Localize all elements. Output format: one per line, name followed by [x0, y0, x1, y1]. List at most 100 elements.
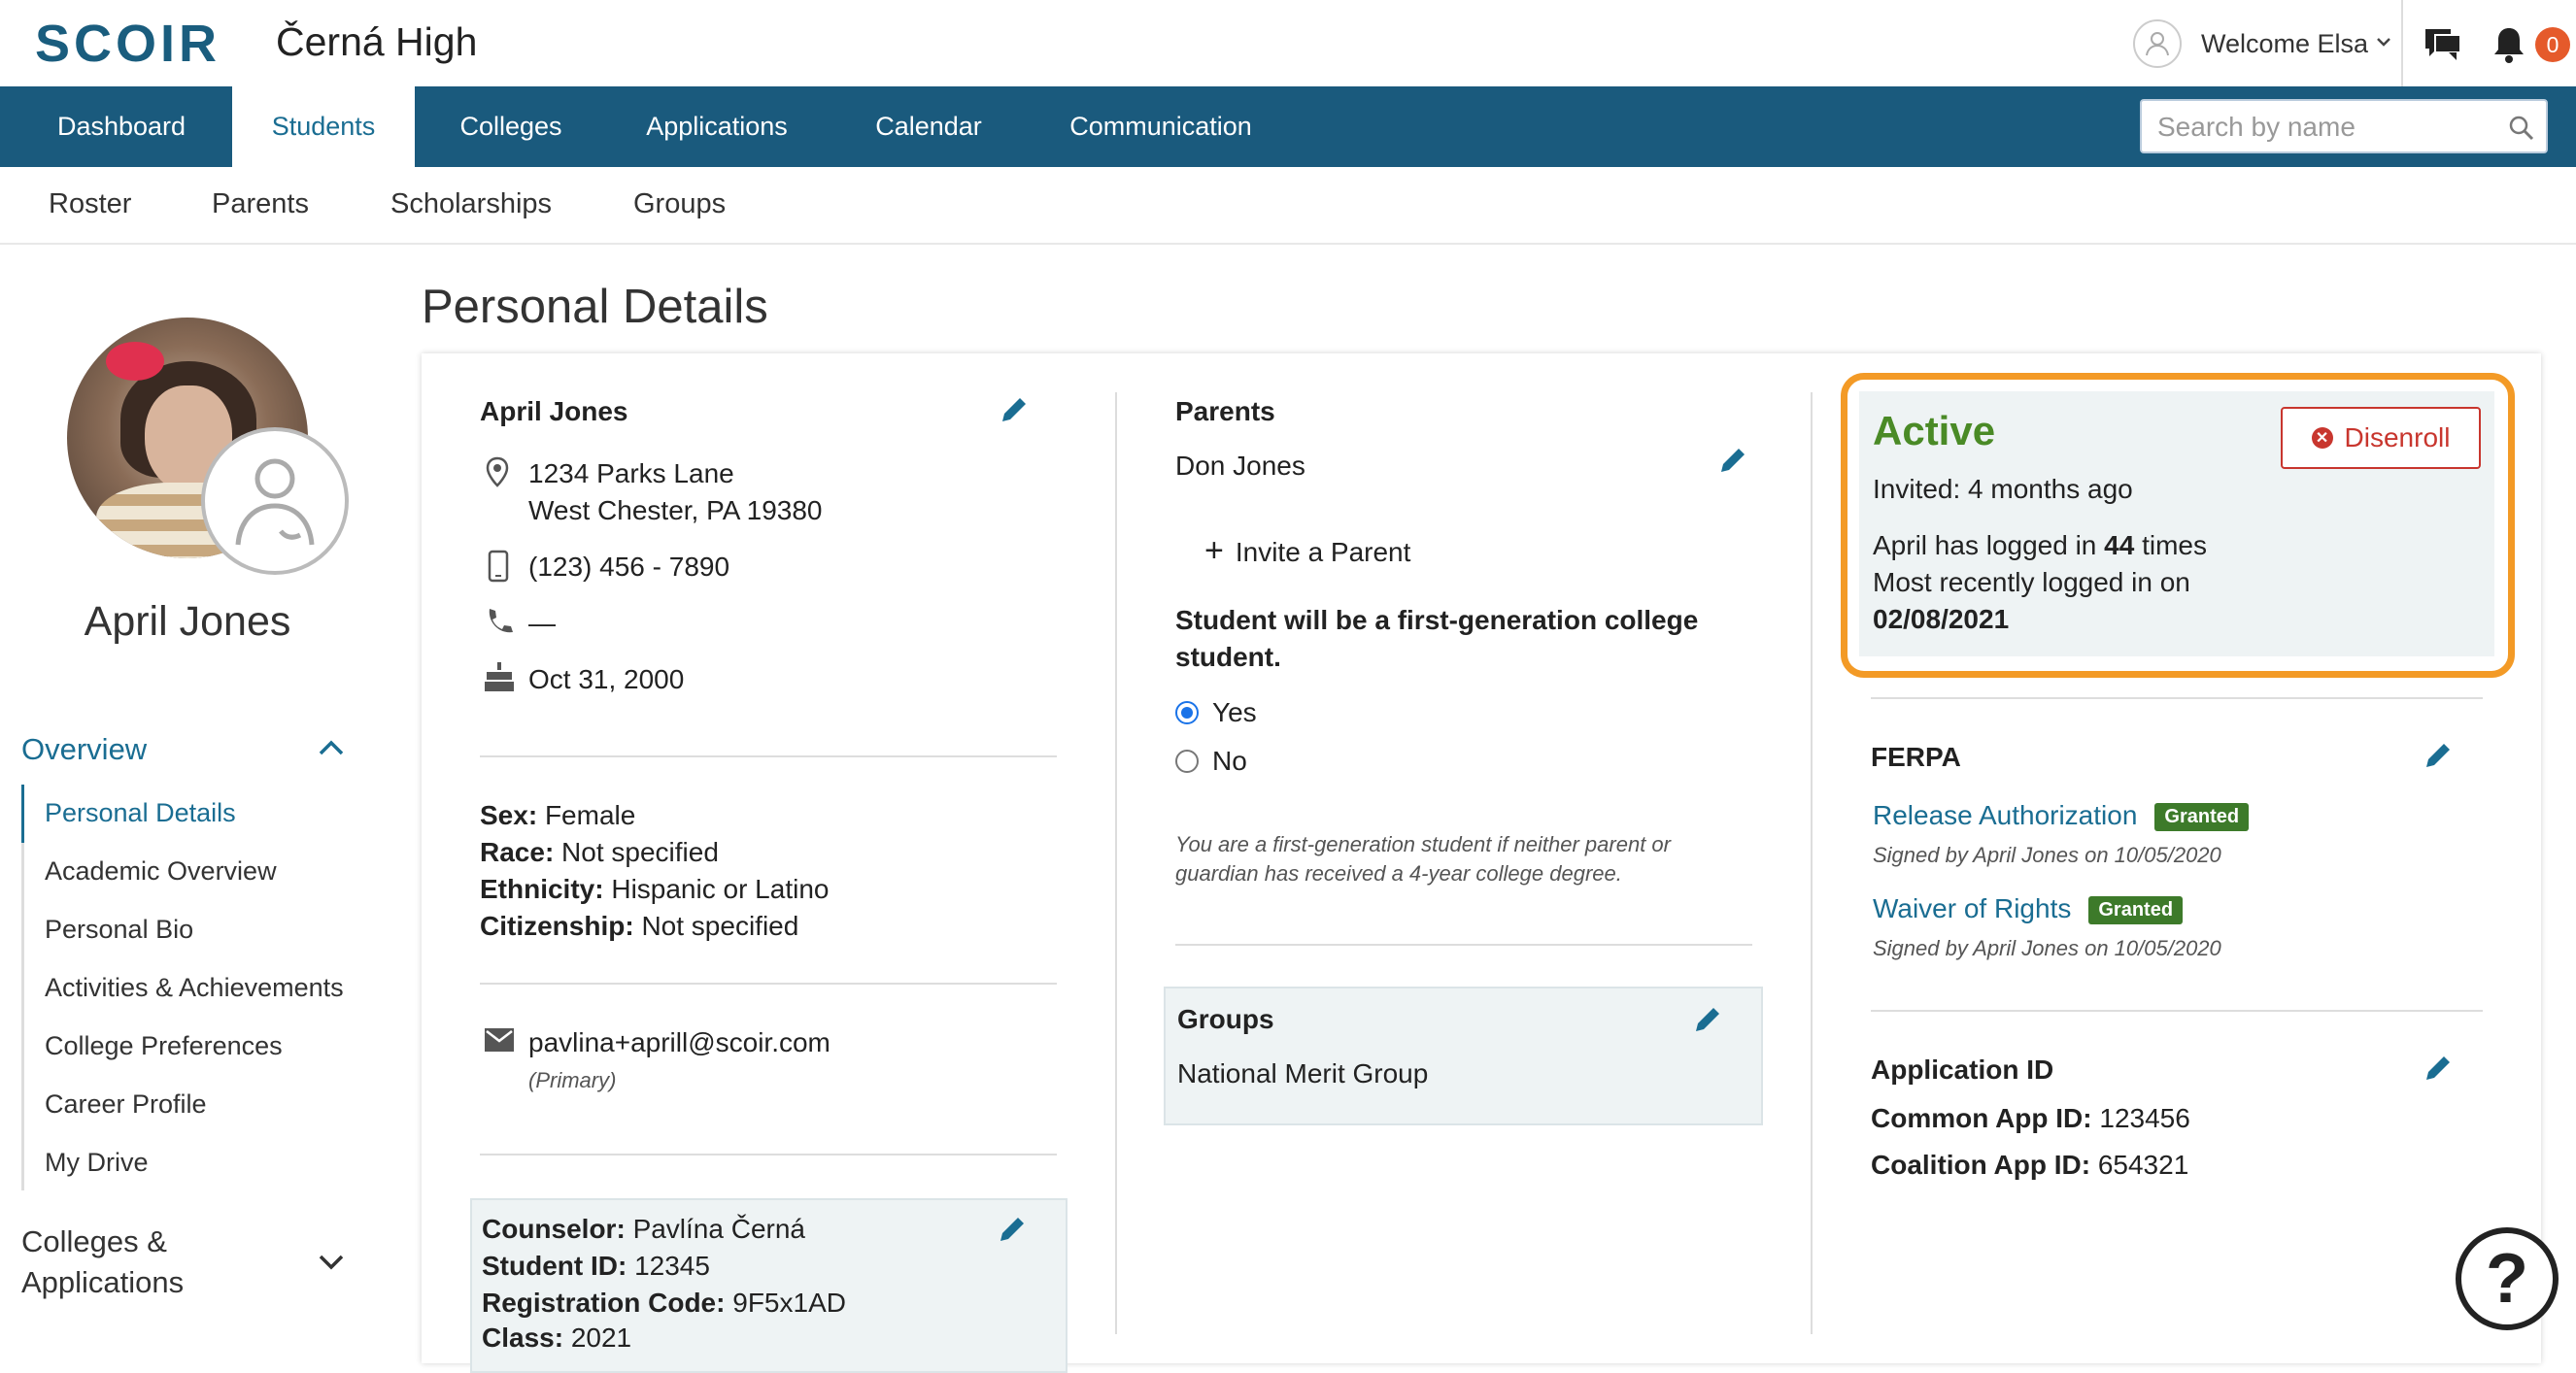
invited-text: Invited: 4 months ago: [1873, 474, 2133, 504]
sex-value: Female: [544, 800, 636, 830]
scoir-logo[interactable]: SCOIR: [35, 14, 220, 74]
waiver-of-rights-link[interactable]: Waiver of Rights: [1873, 893, 2071, 923]
group-link-national-merit[interactable]: National Merit Group: [1177, 1058, 1428, 1089]
edit-school-info-pencil-icon[interactable]: [997, 1214, 1028, 1250]
sidebar-item-personal-bio[interactable]: Personal Bio: [45, 915, 193, 945]
parent-link-don-jones[interactable]: Don Jones: [1175, 451, 1305, 482]
tab-communication[interactable]: Communication: [1049, 86, 1272, 167]
counselor-value: Pavlína Černá: [632, 1214, 805, 1244]
release-authorization-link[interactable]: Release Authorization: [1873, 800, 2137, 830]
column-divider: [1115, 392, 1117, 1334]
tab-colleges[interactable]: Colleges: [433, 86, 589, 167]
edit-application-id-pencil-icon[interactable]: [2423, 1053, 2454, 1088]
race-row: Race: Not specified: [480, 837, 719, 868]
divider: [480, 1154, 1057, 1155]
citizenship-label: Citizenship:: [480, 911, 634, 941]
ferpa-heading: FERPA: [1871, 742, 1961, 772]
secondary-nav: Roster Parents Scholarships Groups: [0, 167, 2576, 245]
counselor-row: Counselor: Pavlína Černá: [482, 1214, 805, 1245]
edit-contact-pencil-icon[interactable]: [999, 394, 1030, 430]
ethnicity-row: Ethnicity: Hispanic or Latino: [480, 874, 829, 905]
chevron-up-icon[interactable]: [317, 738, 346, 762]
page-title: Personal Details: [422, 281, 768, 333]
class-row: Class: 2021: [482, 1323, 631, 1354]
first-gen-note-line2: guardian has received a 4-year college d…: [1175, 861, 1622, 886]
overview-section-toggle[interactable]: Overview: [21, 732, 147, 767]
parents-heading: Parents: [1175, 396, 1275, 426]
sex-row: Sex: Female: [480, 800, 635, 831]
disenroll-button[interactable]: ✕ Disenroll: [2281, 407, 2481, 469]
address-line1: 1234 Parks Lane: [528, 458, 734, 488]
divider: [1871, 697, 2483, 699]
sidenav-rail: [21, 785, 24, 1190]
user-menu[interactable]: Welcome Elsa: [2133, 17, 2391, 70]
tab-calendar[interactable]: Calendar: [853, 86, 1004, 167]
race-value: Not specified: [561, 837, 719, 867]
subtab-parents[interactable]: Parents: [212, 188, 309, 220]
divider: [1175, 944, 1752, 946]
student-id-row: Student ID: 12345: [482, 1251, 710, 1282]
upload-photo-avatar[interactable]: [201, 427, 349, 575]
coalition-app-value: 654321: [2097, 1150, 2189, 1180]
home-phone: —: [528, 608, 556, 638]
email-icon: [484, 1027, 515, 1057]
subtab-roster[interactable]: Roster: [49, 188, 131, 220]
question-icon[interactable]: ?: [2456, 1227, 2559, 1330]
edit-ferpa-pencil-icon[interactable]: [2423, 740, 2454, 776]
recent-login-label: Most recently logged in on: [1873, 567, 2190, 597]
column-divider: [1811, 392, 1813, 1334]
divider: [1871, 1010, 2483, 1012]
status-active-label: Active: [1873, 408, 1996, 453]
phone-icon: [484, 606, 515, 642]
student-id-value: 12345: [634, 1251, 710, 1281]
edit-parent-pencil-icon[interactable]: [1717, 445, 1748, 481]
cake-icon: [484, 660, 515, 698]
subtab-groups[interactable]: Groups: [633, 188, 726, 220]
ferpa-signed-note: Signed by April Jones on 10/05/2020: [1873, 936, 2221, 960]
chevron-down-icon: [2376, 35, 2391, 52]
first-gen-note-line1: You are a first-generation student if ne…: [1175, 832, 1671, 856]
colleges-applications-toggle[interactable]: Colleges & Applications: [21, 1222, 184, 1303]
race-label: Race:: [480, 837, 555, 867]
first-gen-no-label[interactable]: No: [1212, 746, 1247, 777]
ferpa-item: Release Authorization Granted: [1873, 800, 2250, 832]
ferpa-signed-note: Signed by April Jones on 10/05/2020: [1873, 843, 2221, 867]
registration-row: Registration Code: 9F5x1AD: [482, 1288, 846, 1319]
tab-students[interactable]: Students: [232, 86, 415, 167]
recent-login-date: 02/08/2021: [1873, 604, 2010, 634]
invite-parent-button[interactable]: + Invite a Parent: [1204, 532, 1410, 570]
search-input[interactable]: [2155, 107, 2490, 148]
tab-dashboard[interactable]: Dashboard: [29, 86, 214, 167]
status-badge: Granted: [2088, 896, 2184, 925]
sidebar-item-personal-details[interactable]: Personal Details: [45, 798, 236, 828]
sidebar-item-career-profile[interactable]: Career Profile: [45, 1089, 207, 1120]
citizenship-value: Not specified: [641, 911, 799, 941]
chevron-down-icon[interactable]: [317, 1253, 346, 1277]
disenroll-label: Disenroll: [2344, 422, 2451, 452]
first-gen-yes-label[interactable]: Yes: [1212, 697, 1257, 728]
sidenav-active-indicator: [21, 785, 24, 843]
coalition-app-label: Coalition App ID:: [1871, 1150, 2091, 1180]
login-count: 44: [2104, 530, 2135, 560]
sidebar-item-college-preferences[interactable]: College Preferences: [45, 1031, 283, 1061]
search-icon[interactable]: [2507, 114, 2536, 148]
location-pin-icon: [486, 456, 509, 492]
edit-groups-pencil-icon[interactable]: [1692, 1004, 1723, 1040]
common-app-label: Common App ID:: [1871, 1103, 2092, 1133]
chat-icon[interactable]: [2423, 25, 2462, 67]
sidebar-item-academic-overview[interactable]: Academic Overview: [45, 856, 277, 887]
email-address[interactable]: pavlina+aprill@scoir.com: [528, 1027, 830, 1058]
invite-parent-label: Invite a Parent: [1235, 537, 1411, 567]
application-id-heading: Application ID: [1871, 1055, 2054, 1085]
sidebar-item-my-drive[interactable]: My Drive: [45, 1148, 149, 1178]
tab-applications[interactable]: Applications: [618, 86, 816, 167]
first-gen-no-radio[interactable]: [1175, 750, 1199, 773]
bell-icon[interactable]: [2492, 25, 2525, 69]
login-prefix: April has logged in: [1873, 530, 2105, 560]
sidebar-item-activities[interactable]: Activities & Achievements: [45, 973, 344, 1003]
search-box[interactable]: [2140, 99, 2548, 153]
plus-icon: +: [1204, 532, 1224, 569]
subtab-scholarships[interactable]: Scholarships: [390, 188, 552, 220]
notification-badge[interactable]: 0: [2535, 27, 2570, 62]
first-gen-yes-radio[interactable]: [1175, 701, 1199, 724]
